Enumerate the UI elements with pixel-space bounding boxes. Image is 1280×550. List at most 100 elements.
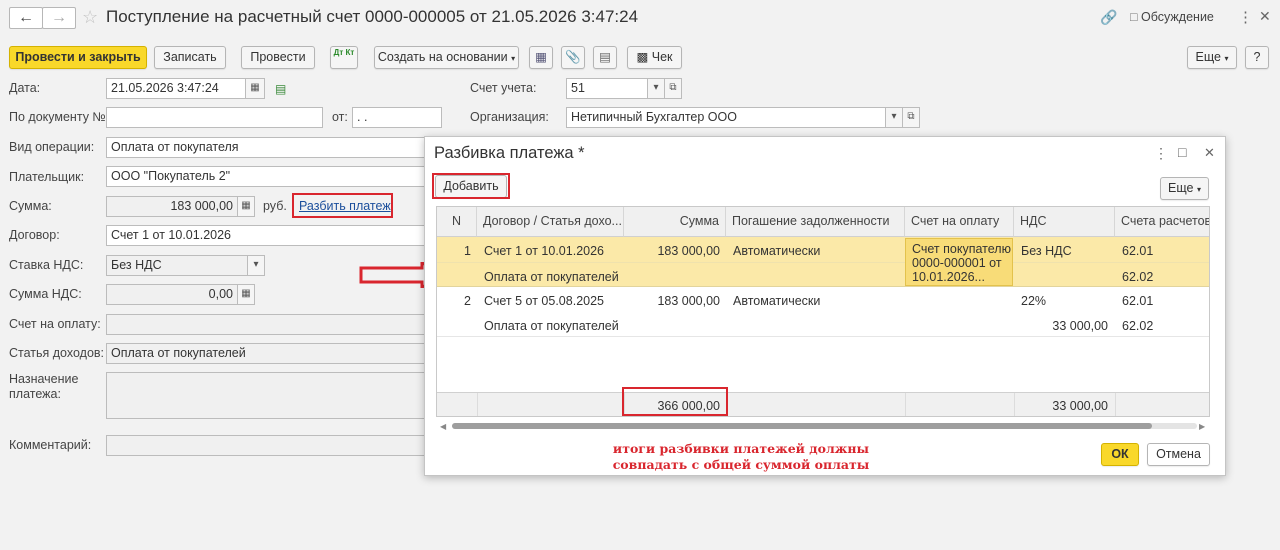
purpose-field[interactable]: [106, 372, 426, 419]
vat-rate-field[interactable]: Без НДС: [106, 255, 248, 276]
row-repay: Автоматически: [733, 244, 821, 258]
row-invoice-line2: 0000-000001 от: [912, 256, 1002, 270]
back-button[interactable]: ←: [9, 7, 43, 29]
table-row[interactable]: 1 Счет 1 от 10.01.2026 Оплата от покупат…: [437, 237, 1209, 287]
date-label: Дата:: [9, 81, 41, 95]
row-account-2: 62.02: [1122, 270, 1154, 284]
print-button[interactable]: ▤: [593, 46, 617, 69]
vat-sum-field[interactable]: 0,00: [106, 284, 238, 305]
structure-button[interactable]: ▦: [529, 46, 553, 69]
column-header-accounts[interactable]: Счета расчетов: [1115, 207, 1209, 237]
favorite-star-icon[interactable]: ☆: [82, 7, 98, 28]
table-footer: 366 000,00 33 000,00: [437, 392, 1209, 416]
more-button[interactable]: Еще ▾: [1187, 46, 1237, 69]
payer-field[interactable]: ООО "Покупатель 2": [106, 166, 426, 187]
check-button[interactable]: ▩ Чек: [627, 46, 682, 69]
scrollbar-thumb[interactable]: [452, 423, 1152, 429]
receipt-icon: ▩: [636, 50, 649, 64]
op-type-field[interactable]: Оплата от покупателя: [106, 137, 426, 158]
chat-icon: □: [1130, 10, 1138, 24]
row-contract: Счет 5 от 05.08.2025: [484, 294, 604, 308]
income-field[interactable]: Оплата от покупателей: [106, 343, 426, 364]
contract-field[interactable]: Счет 1 от 10.01.2026: [106, 225, 426, 246]
post-and-close-button[interactable]: Провести и закрыть: [9, 46, 147, 69]
dropdown-arrow-icon: ▾: [653, 82, 659, 93]
horizontal-scrollbar[interactable]: [452, 423, 1197, 429]
vat-rate-label: Ставка НДС:: [9, 258, 84, 272]
dt-kt-button[interactable]: Дт Кт: [330, 46, 358, 69]
date-field[interactable]: 21.05.2026 3:47:24: [106, 78, 246, 99]
dialog-close-icon[interactable]: ✕: [1204, 145, 1215, 161]
row-invoice-cell[interactable]: Счет покупателю 0000-000001 от 10.01.202…: [905, 238, 1013, 286]
attach-button[interactable]: 📎: [561, 46, 585, 69]
row-account-1: 62.01: [1122, 244, 1154, 258]
document-icon: ▤: [599, 50, 611, 64]
dialog-more-vertical-icon[interactable]: ⋮: [1154, 145, 1168, 162]
column-header-sum[interactable]: Сумма: [624, 207, 726, 237]
calculator-button[interactable]: ▦: [237, 196, 255, 217]
ok-button[interactable]: ОК: [1101, 443, 1139, 466]
total-sum-highlight: [622, 387, 728, 416]
cancel-button[interactable]: Отмена: [1147, 443, 1210, 466]
row-repay: Автоматически: [733, 294, 821, 308]
post-button[interactable]: Провести: [241, 46, 315, 69]
dialog-more-button[interactable]: Еще ▾: [1160, 177, 1209, 200]
row-income-item: Оплата от покупателей: [484, 270, 619, 284]
save-button[interactable]: Записать: [154, 46, 226, 69]
more-vertical-icon[interactable]: ⋮: [1238, 8, 1253, 26]
doc-from-field[interactable]: . .: [352, 107, 442, 128]
split-payment-dialog: Разбивка платежа * ⋮ □ ✕ Добавить Еще ▾ …: [424, 136, 1226, 476]
scroll-left-icon[interactable]: ◀: [440, 422, 446, 431]
column-header-invoice[interactable]: Счет на оплату: [905, 207, 1014, 237]
comment-label: Комментарий:: [9, 438, 92, 452]
arrow-left-icon: ←: [18, 9, 34, 26]
row-number: 2: [464, 294, 471, 308]
discuss-label: Обсуждение: [1141, 10, 1214, 24]
calculator-icon: ▦: [241, 200, 251, 211]
op-type-label: Вид операции:: [9, 140, 95, 154]
column-header-contract[interactable]: Договор / Статья дохо...: [477, 207, 624, 237]
calendar-check-icon[interactable]: ▤: [275, 82, 286, 96]
row-vat: 22%: [1021, 294, 1047, 308]
maximize-icon[interactable]: □: [1178, 144, 1186, 160]
sum-label: Сумма:: [9, 199, 52, 213]
account-dropdown[interactable]: ▾: [647, 78, 665, 99]
paperclip-icon: 📎: [565, 50, 581, 64]
org-open-button[interactable]: ⧉: [902, 107, 920, 128]
create-basis-label: Создать на основании: [377, 50, 508, 64]
annotation-note: итоги разбивки платежей должны совпадать…: [611, 441, 871, 473]
account-field[interactable]: 51: [566, 78, 648, 99]
dt-kt-icon: Дт Кт: [333, 48, 355, 57]
column-header-n[interactable]: N: [437, 207, 477, 237]
row-sum: 183 000,00: [657, 244, 720, 258]
org-field[interactable]: Нетипичный Бухгалтер ООО: [566, 107, 886, 128]
forward-button[interactable]: →: [42, 7, 76, 29]
row-invoice-line3: 10.01.2026...: [912, 270, 985, 284]
sum-field[interactable]: 183 000,00: [106, 196, 238, 217]
dialog-more-label: Еще: [1168, 181, 1194, 195]
invoice-field[interactable]: [106, 314, 426, 335]
close-icon[interactable]: ✕: [1259, 8, 1271, 25]
calendar-button[interactable]: ▦: [245, 78, 265, 99]
income-label: Статья доходов:: [9, 346, 105, 360]
org-dropdown[interactable]: ▾: [885, 107, 903, 128]
account-open-button[interactable]: ⧉: [664, 78, 682, 99]
open-icon: ⧉: [907, 111, 915, 122]
table-row[interactable]: 2 Счет 5 от 05.08.2025 Оплата от покупат…: [437, 287, 1209, 337]
link-icon[interactable]: 🔗: [1100, 9, 1117, 26]
discuss-button[interactable]: □ Обсуждение: [1130, 10, 1214, 24]
help-button[interactable]: ?: [1245, 46, 1269, 69]
row-contract: Счет 1 от 10.01.2026: [484, 244, 604, 258]
org-label: Организация:: [470, 110, 549, 124]
purpose-label-line1: Назначение: [9, 372, 79, 386]
column-header-vat[interactable]: НДС: [1014, 207, 1115, 237]
scroll-right-icon[interactable]: ▶: [1199, 422, 1205, 431]
payer-label: Плательщик:: [9, 170, 85, 184]
vat-rate-dropdown[interactable]: ▾: [247, 255, 265, 276]
vat-calculator-button[interactable]: ▦: [237, 284, 255, 305]
doc-no-field[interactable]: [106, 107, 323, 128]
create-basis-button[interactable]: Создать на основании ▾: [374, 46, 519, 69]
comment-field[interactable]: [106, 435, 426, 456]
calculator-icon: ▦: [241, 288, 251, 299]
column-header-repay[interactable]: Погашение задолженности: [726, 207, 905, 237]
